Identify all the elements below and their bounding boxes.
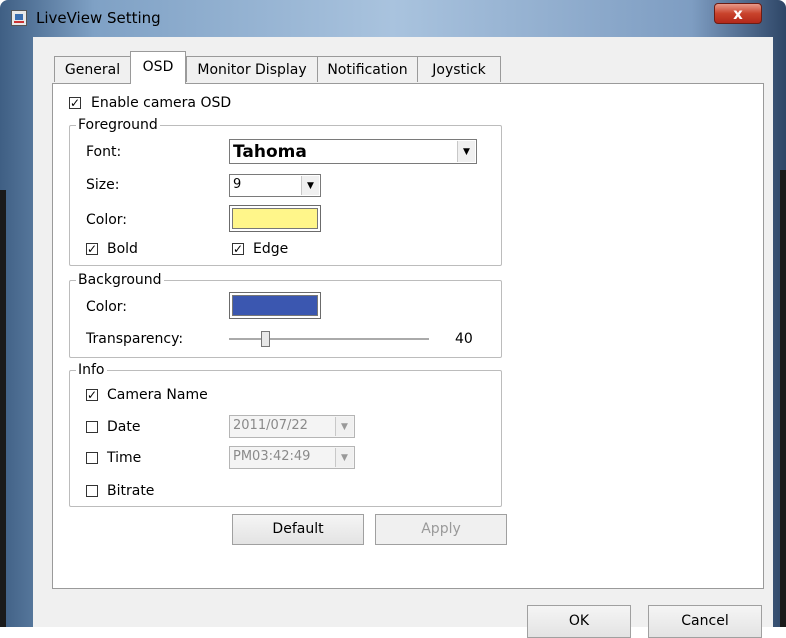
close-button[interactable]: x: [714, 3, 762, 24]
background-color-label: Color:: [86, 299, 128, 315]
time-field[interactable]: PM03:42:49 ▼: [229, 446, 355, 469]
time-label: Time: [107, 450, 142, 466]
edge-checkbox[interactable]: ✓: [232, 243, 244, 255]
tab-general[interactable]: General: [54, 56, 130, 82]
bitrate-checkbox[interactable]: [86, 485, 98, 497]
font-label: Font:: [86, 144, 122, 160]
ok-button[interactable]: OK: [527, 605, 631, 638]
enable-osd-label: Enable camera OSD: [91, 95, 232, 111]
bold-checkbox[interactable]: ✓: [86, 243, 98, 255]
foreground-color-label: Color:: [86, 212, 128, 228]
info-group-title: Info: [76, 362, 107, 378]
chevron-down-icon[interactable]: ▼: [335, 448, 353, 467]
size-select-value: 9: [233, 177, 242, 192]
date-field[interactable]: 2011/07/22 ▼: [229, 415, 355, 438]
tab-osd[interactable]: OSD: [130, 51, 186, 84]
camera-name-checkbox[interactable]: ✓: [86, 389, 98, 401]
size-label: Size:: [86, 177, 120, 193]
time-checkbox[interactable]: [86, 452, 98, 464]
slider-thumb[interactable]: [261, 331, 270, 347]
date-field-value: 2011/07/22: [233, 418, 308, 433]
transparency-label: Transparency:: [86, 331, 184, 347]
tab-notification[interactable]: Notification: [317, 56, 418, 82]
font-select-value: Tahoma: [233, 142, 307, 162]
camera-name-label: Camera Name: [107, 387, 208, 403]
window-edge-left: [0, 190, 6, 627]
chevron-down-icon[interactable]: ▼: [457, 141, 475, 162]
app-icon: [11, 10, 27, 26]
transparency-slider[interactable]: [229, 331, 429, 347]
size-select[interactable]: 9 ▼: [229, 174, 321, 197]
window-edge-right: [780, 170, 786, 627]
date-checkbox[interactable]: [86, 421, 98, 433]
bitrate-label: Bitrate: [107, 483, 155, 499]
chevron-down-icon[interactable]: ▼: [335, 417, 353, 436]
background-group-title: Background: [76, 272, 164, 288]
background-color-swatch: [232, 295, 318, 316]
foreground-group-title: Foreground: [76, 117, 160, 133]
default-button[interactable]: Default: [232, 514, 364, 545]
foreground-color-swatch: [232, 208, 318, 229]
slider-track: [229, 338, 429, 341]
background-color-picker[interactable]: [229, 292, 321, 319]
date-label: Date: [107, 419, 141, 435]
window-title: LiveView Setting: [36, 9, 161, 27]
edge-label: Edge: [253, 241, 289, 257]
cancel-button[interactable]: Cancel: [648, 605, 762, 638]
chevron-down-icon[interactable]: ▼: [301, 176, 319, 195]
transparency-value: 40: [455, 331, 473, 347]
foreground-color-picker[interactable]: [229, 205, 321, 232]
tab-joystick[interactable]: Joystick: [417, 56, 501, 82]
enable-osd-checkbox[interactable]: ✓: [69, 97, 81, 109]
bold-label: Bold: [107, 241, 138, 257]
time-field-value: PM03:42:49: [233, 449, 311, 464]
font-select[interactable]: Tahoma ▼: [229, 139, 477, 164]
apply-button[interactable]: Apply: [375, 514, 507, 545]
tab-monitor-display[interactable]: Monitor Display: [186, 56, 318, 82]
